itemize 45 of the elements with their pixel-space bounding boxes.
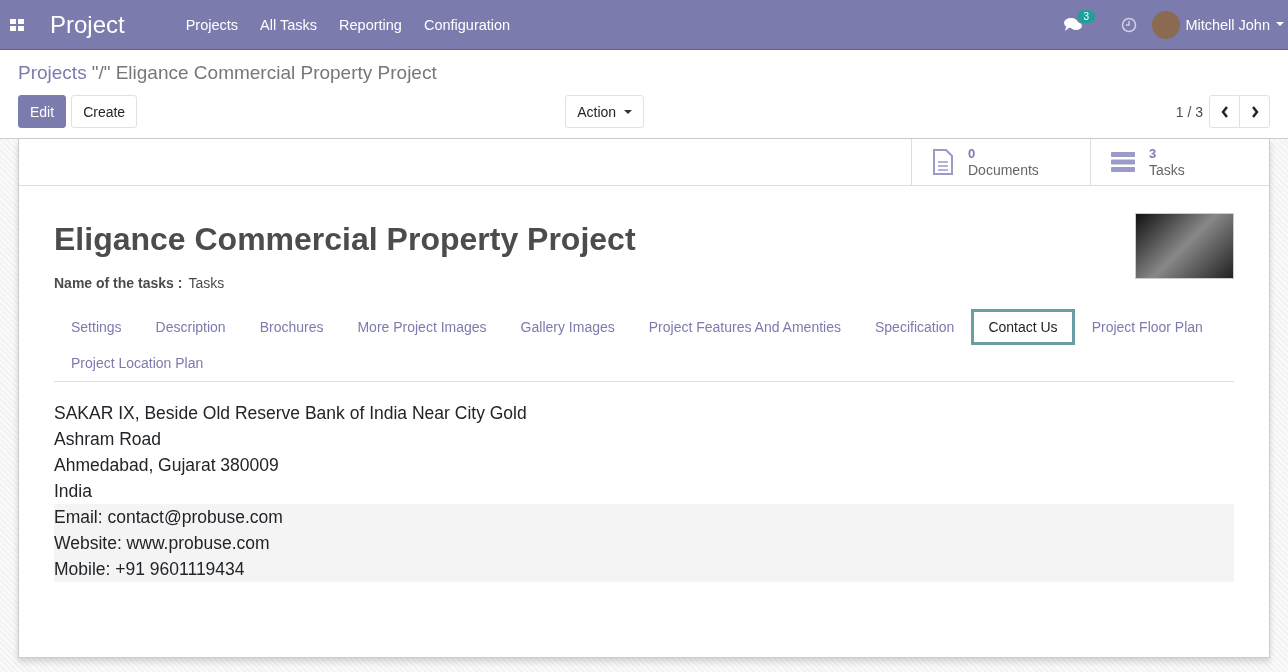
app-name: Project [50, 10, 125, 39]
chevron-right-icon [1250, 105, 1259, 118]
chat-bubbles-icon[interactable] [1064, 17, 1083, 32]
field-label: Name of the tasks : [54, 275, 183, 291]
nav-menu-item[interactable]: Projects [174, 16, 250, 33]
breadcrumb-link[interactable]: Projects [18, 62, 87, 84]
chevron-left-icon [1220, 105, 1229, 118]
contact-detail: Mobile: +91 9601119434 [54, 558, 245, 581]
caret-icon [624, 109, 633, 114]
tab[interactable]: Description [138, 309, 243, 345]
contact-detail: Email: contact@probuse.com [54, 506, 283, 529]
tab[interactable]: Brochures [242, 309, 341, 345]
contact-detail: Website: www.probuse.com [54, 532, 270, 555]
action-dropdown[interactable]: Action [565, 95, 645, 128]
tab[interactable]: Contact Us [971, 309, 1075, 345]
document-icon [932, 149, 954, 175]
create-button[interactable]: Create [71, 95, 138, 128]
clock-icon[interactable] [1121, 16, 1138, 33]
nav-menu-item[interactable]: All Tasks [249, 16, 329, 33]
address-line: SAKAR IX, Beside Old Reserve Bank of India Near City Gold [54, 402, 527, 425]
user-name[interactable]: Mitchell John [1185, 16, 1270, 33]
message-count-badge: 3 [1077, 10, 1095, 23]
apps-grid-icon[interactable] [10, 18, 24, 31]
tasks-stat-button[interactable]: 3 Tasks [1090, 139, 1269, 185]
tab[interactable]: Settings [54, 309, 139, 345]
previous-button[interactable] [1209, 95, 1240, 128]
tab[interactable]: Project Floor Plan [1074, 309, 1220, 345]
tab[interactable]: Specification [858, 309, 972, 345]
next-button[interactable] [1239, 95, 1270, 128]
address-line: India [54, 480, 92, 503]
tab[interactable]: Project Features And Amenties [631, 309, 858, 345]
tab[interactable]: More Project Images [340, 309, 504, 345]
breadcrumb-current: "/" Eligance Commercial Property Project [91, 62, 437, 84]
record-title: Eligance Commercial Property Project [54, 221, 636, 259]
address-line: Ashram Road [54, 428, 161, 451]
documents-stat-button[interactable]: 0 Documents [911, 139, 1090, 185]
nav-menu-item[interactable]: Configuration [412, 16, 522, 33]
field-value: Tasks [188, 275, 225, 291]
edit-button[interactable]: Edit [18, 95, 67, 128]
address-line: Ahmedabad, Gujarat 380009 [54, 454, 279, 477]
tab[interactable]: Gallery Images [503, 309, 632, 345]
stacked-bars-icon [1111, 152, 1135, 172]
nav-menu-item[interactable]: Reporting [328, 16, 413, 33]
pager-counter: 1 / 3 [1175, 103, 1203, 120]
tab[interactable]: Project Location Plan [54, 345, 221, 381]
